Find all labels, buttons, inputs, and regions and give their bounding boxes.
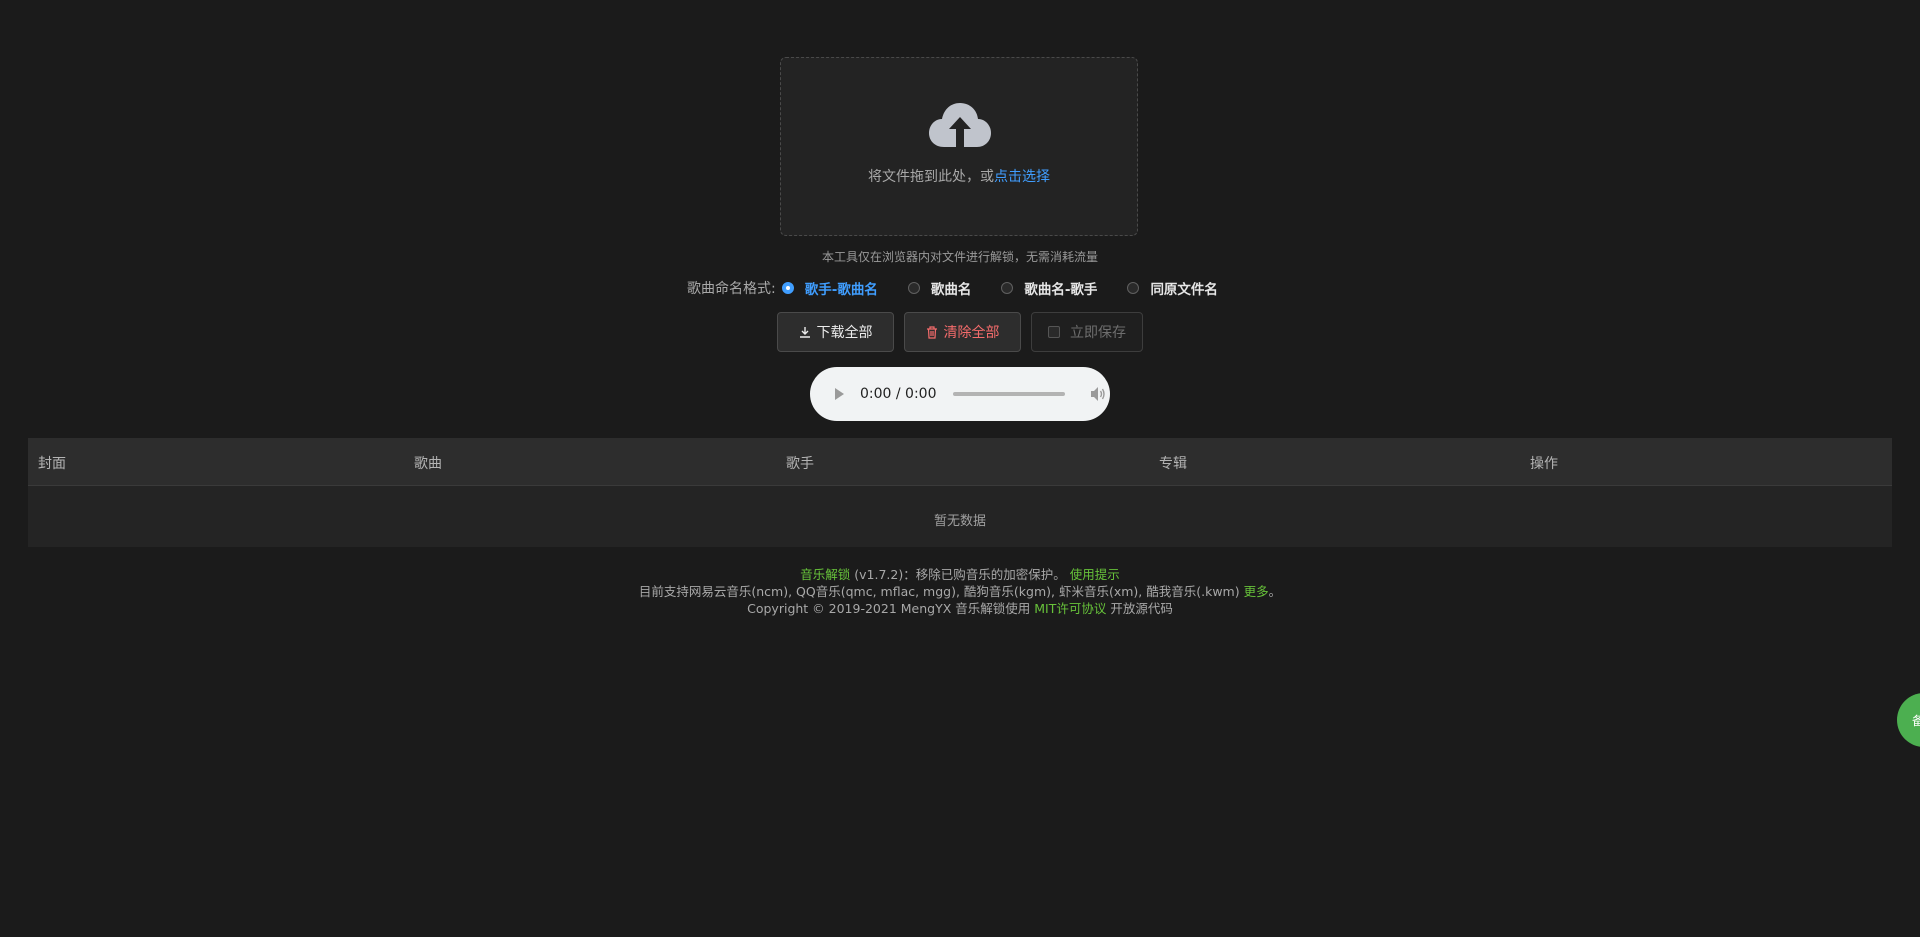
naming-format: 歌曲命名格式: 歌手-歌曲名 歌曲名 歌曲名-歌手 同原文件名 [687, 278, 1218, 298]
footer-line-1: 音乐解锁 (v1.7.2)：移除已购音乐的加密保护。 使用提示 [0, 566, 1920, 583]
license-link[interactable]: MIT许可协议 [1034, 601, 1106, 616]
radio-dot[interactable] [1001, 282, 1014, 294]
clear-all-button[interactable]: 清除全部 [904, 312, 1021, 352]
copyright: Copyright © 2019-2021 MengYX 音乐解锁使用 [747, 601, 1031, 616]
save-immediately-checkbox[interactable] [1048, 326, 1060, 338]
radio-label[interactable]: 同原文件名 [1150, 278, 1218, 298]
radio-label[interactable]: 歌曲名-歌手 [1024, 278, 1097, 298]
song-table: 封面 歌曲 歌手 专辑 操作 暂无数据 [28, 438, 1892, 547]
save-immediately-toggle[interactable]: 立即保存 [1031, 312, 1143, 352]
upload-hint-text: 将文件拖到此处，或 [868, 169, 994, 185]
column-header-album: 专辑 [1159, 456, 1187, 472]
column-header-cover: 封面 [38, 456, 66, 472]
upload-select-link[interactable]: 点击选择 [994, 169, 1050, 185]
radio-original-filename[interactable]: 同原文件名 [1127, 278, 1218, 298]
column-header-actions: 操作 [1530, 456, 1558, 472]
app-name-link[interactable]: 音乐解锁 [800, 567, 850, 582]
open-source-text: 开放源代码 [1110, 601, 1173, 616]
column-header-artist: 歌手 [786, 456, 814, 472]
more-link[interactable]: 更多 [1244, 584, 1269, 599]
floating-badge[interactable]: 备 [1897, 693, 1920, 747]
usage-tip-link[interactable]: 使用提示 [1070, 567, 1120, 582]
clear-all-label: 清除全部 [943, 325, 1000, 341]
supported-formats: 目前支持网易云音乐(ncm), QQ音乐(qmc, mflac, mgg), 酷… [638, 584, 1240, 599]
table-header: 封面 歌曲 歌手 专辑 操作 [28, 438, 1892, 486]
download-all-label: 下载全部 [816, 325, 873, 341]
table-empty-text: 暂无数据 [933, 514, 986, 529]
radio-dot-checked[interactable] [781, 282, 794, 294]
radio-title-artist[interactable]: 歌曲名-歌手 [1001, 278, 1097, 298]
radio-dot[interactable] [907, 282, 920, 294]
audio-player: 0:00 / 0:00 [810, 367, 1110, 421]
volume-icon[interactable] [1089, 385, 1107, 403]
upload-cloud-icon [929, 103, 991, 147]
column-header-song: 歌曲 [414, 456, 442, 472]
radio-artist-title[interactable]: 歌手-歌曲名 [781, 278, 878, 298]
radio-title[interactable]: 歌曲名 [907, 278, 972, 298]
page: 将文件拖到此处，或点击选择 本工具仅在浏览器内对文件进行解锁，无需消耗流量 歌曲… [0, 0, 1920, 937]
radio-dot[interactable] [1127, 282, 1140, 294]
upload-tip: 本工具仅在浏览器内对文件进行解锁，无需消耗流量 [821, 250, 1098, 264]
download-icon [799, 327, 810, 338]
save-immediately-label: 立即保存 [1070, 325, 1126, 341]
footer-line-2: 目前支持网易云音乐(ncm), QQ音乐(qmc, mflac, mgg), 酷… [0, 583, 1920, 600]
footer-line-3: Copyright © 2019-2021 MengYX 音乐解锁使用 MIT许… [0, 600, 1920, 617]
download-all-button[interactable]: 下载全部 [777, 312, 894, 352]
trash-icon [926, 325, 937, 339]
floating-badge-text: 备 [1912, 713, 1920, 728]
footer: 音乐解锁 (v1.7.2)：移除已购音乐的加密保护。 使用提示 目前支持网易云音… [0, 566, 1920, 617]
naming-format-label: 歌曲命名格式: [687, 281, 776, 297]
play-icon[interactable] [832, 387, 846, 401]
audio-time: 0:00 / 0:00 [860, 386, 937, 402]
audio-progress-slider[interactable] [952, 392, 1065, 396]
radio-label[interactable]: 歌手-歌曲名 [805, 278, 878, 298]
radio-label[interactable]: 歌曲名 [931, 278, 972, 298]
version-desc: (v1.7.2)：移除已购音乐的加密保护。 [854, 567, 1066, 582]
upload-hint: 将文件拖到此处，或点击选择 [781, 166, 1137, 186]
footer-period: 。 [1268, 584, 1282, 599]
upload-dropzone[interactable]: 将文件拖到此处，或点击选择 [780, 57, 1138, 236]
